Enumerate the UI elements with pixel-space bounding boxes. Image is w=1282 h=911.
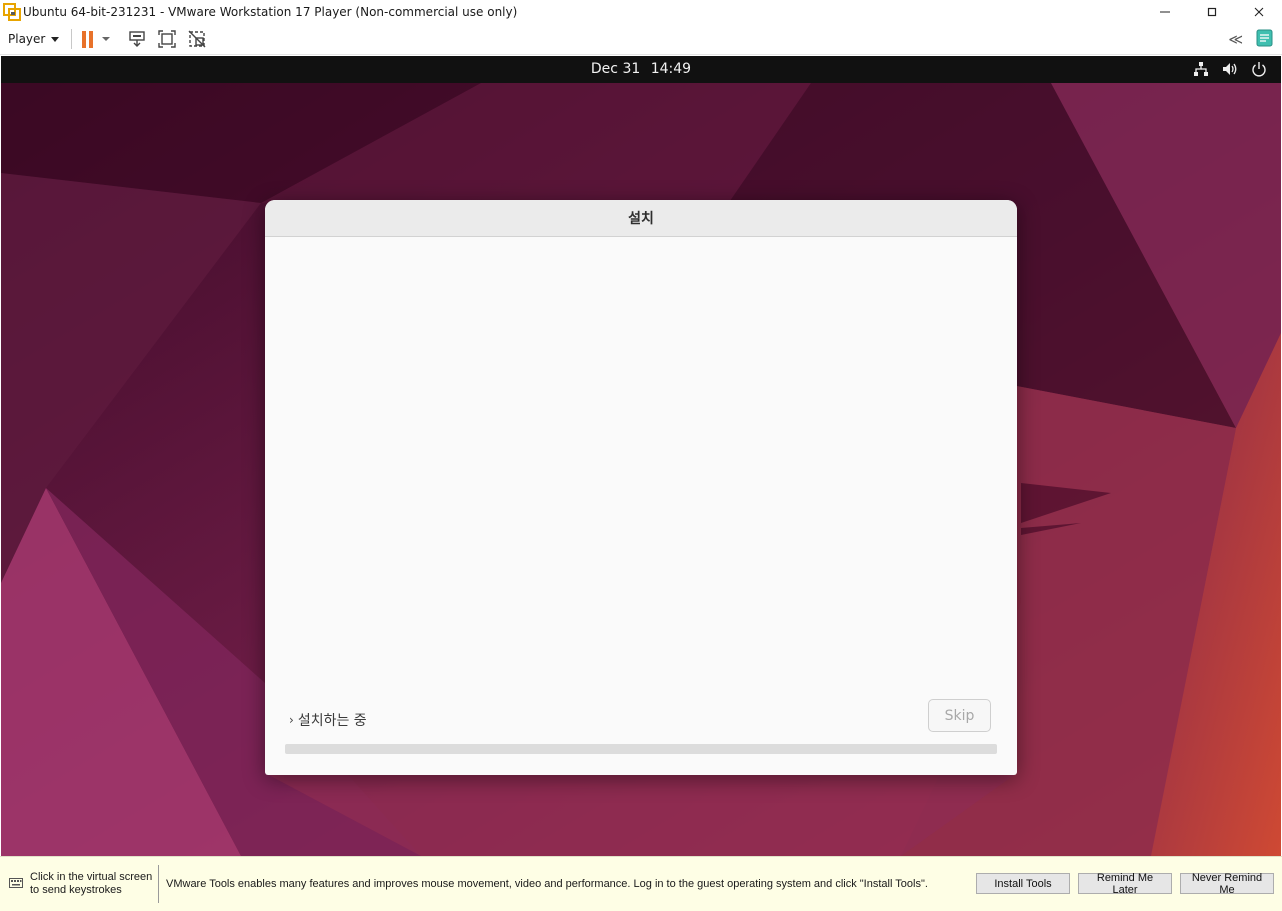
install-tools-button[interactable]: Install Tools xyxy=(976,873,1070,894)
window-titlebar: Ubuntu 64-bit-231231 - VMware Workstatio… xyxy=(0,0,1282,24)
keyboard-icon xyxy=(9,878,23,888)
player-toolbar: Player ≪ xyxy=(0,24,1282,55)
installer-dialog: 설치 › 설치하는 중 Skip xyxy=(265,200,1017,775)
minimize-icon xyxy=(1159,11,1170,13)
volume-icon xyxy=(1223,63,1237,75)
system-tray[interactable] xyxy=(1193,61,1267,77)
dialog-header: 설치 xyxy=(265,200,1017,237)
guest-screen[interactable]: Dec 31 14:49 설치 › 설치하는 중 Skip xyxy=(1,56,1281,856)
clock-time: 14:49 xyxy=(650,61,692,77)
player-menu-label: Player xyxy=(8,32,46,46)
close-icon xyxy=(1254,7,1263,17)
clock[interactable]: Dec 31 14:49 xyxy=(1,61,1281,77)
never-remind-me-button[interactable]: Never Remind Me xyxy=(1180,872,1274,896)
power-options-dropdown[interactable] xyxy=(102,37,111,41)
window-title: Ubuntu 64-bit-231231 - VMware Workstatio… xyxy=(23,5,518,19)
collapse-icon[interactable]: ≪ xyxy=(1228,32,1243,48)
maximize-button[interactable] xyxy=(1188,0,1235,24)
skip-button[interactable]: Skip xyxy=(928,699,991,732)
vmware-app-icon xyxy=(3,3,21,21)
toolbar-divider xyxy=(71,29,73,49)
vmware-tools-notification-bar: Click in the virtual screen to send keys… xyxy=(0,856,1282,911)
close-button[interactable] xyxy=(1235,0,1282,24)
gnome-top-bar: Dec 31 14:49 xyxy=(1,56,1281,83)
toolbar-right: ≪ xyxy=(1228,28,1274,52)
minimize-button[interactable] xyxy=(1141,0,1188,24)
keystroke-hint: Click in the virtual screen to send keys… xyxy=(30,871,153,896)
window-controls xyxy=(1141,0,1282,24)
install-details-toggle[interactable]: › 설치하는 중 xyxy=(289,710,367,730)
notification-buttons: Install Tools Remind Me Later Never Remi… xyxy=(976,872,1274,896)
install-status: 설치하는 중 xyxy=(297,713,367,729)
pause-icon[interactable] xyxy=(82,30,94,48)
chevron-right-icon: › xyxy=(289,713,294,727)
send-ctrl-alt-del-icon[interactable] xyxy=(126,28,148,50)
player-menu-button[interactable]: Player xyxy=(8,28,60,50)
remind-me-later-button[interactable]: Remind Me Later xyxy=(1078,872,1172,896)
power-icon xyxy=(1252,62,1266,77)
unity-icon[interactable] xyxy=(186,28,208,50)
maximize-icon xyxy=(1207,7,1216,17)
network-icon xyxy=(1194,62,1208,76)
message-log-icon[interactable] xyxy=(1254,28,1274,52)
install-progress-bar xyxy=(285,744,997,754)
vmware-tools-message: VMware Tools enables many features and i… xyxy=(166,878,928,890)
dialog-title: 설치 xyxy=(628,211,654,227)
fullscreen-icon[interactable] xyxy=(156,28,178,50)
chevron-down-icon xyxy=(51,36,60,42)
notification-divider xyxy=(158,865,159,903)
clock-date: Dec 31 xyxy=(590,61,641,77)
